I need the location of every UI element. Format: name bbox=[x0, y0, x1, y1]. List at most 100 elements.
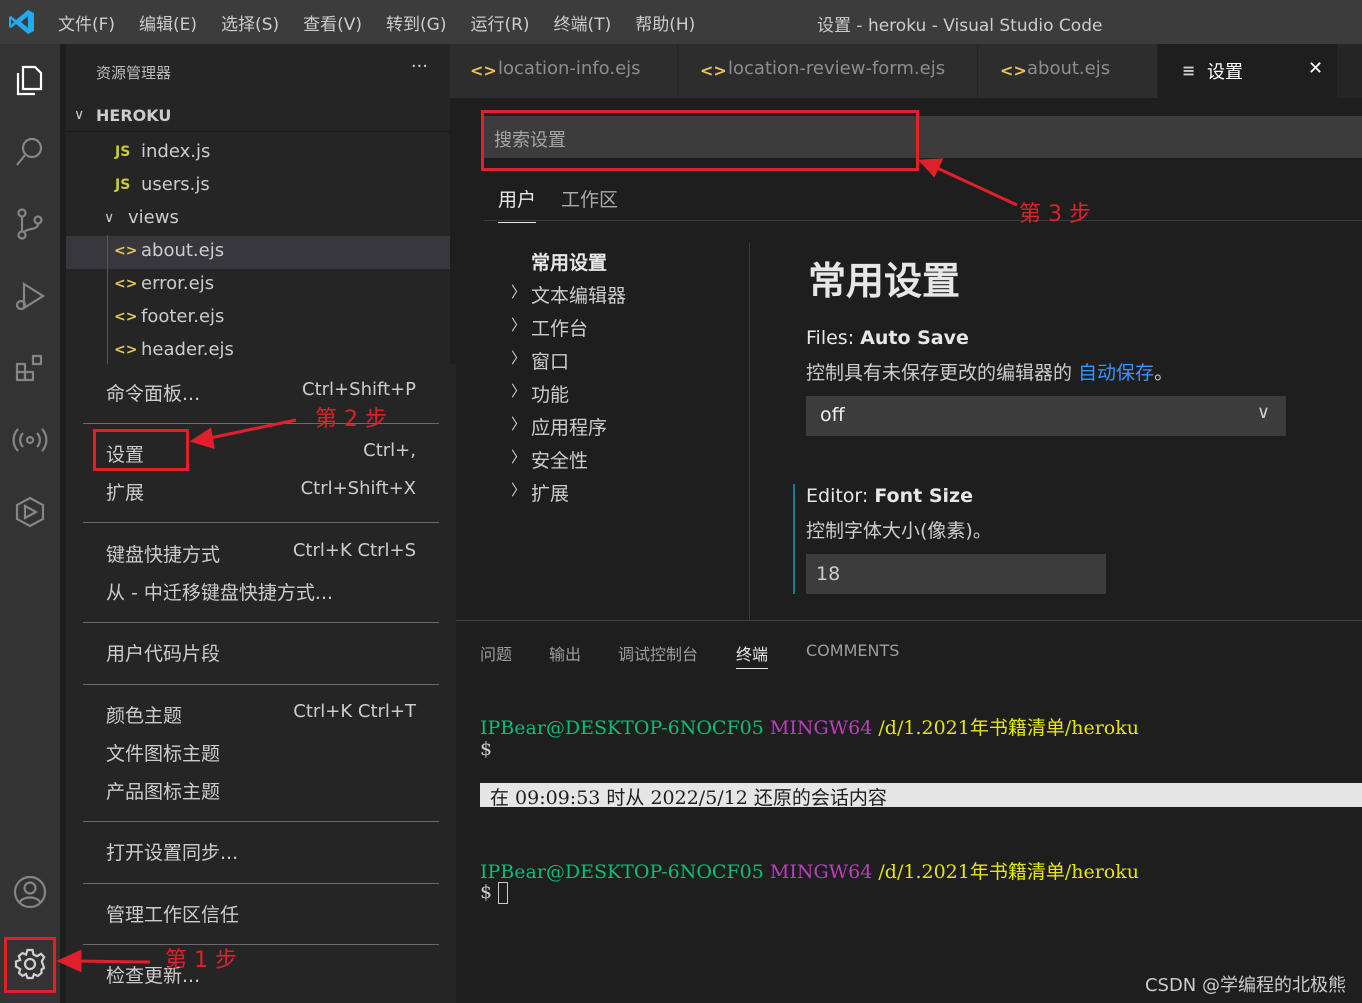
more-actions-icon[interactable]: ··· bbox=[411, 56, 428, 77]
toc-common-settings[interactable]: 常用设置 bbox=[531, 248, 607, 275]
menu-item-shortcut: Ctrl+K Ctrl+T bbox=[293, 701, 416, 722]
menu-item-label: 文件图标主题 bbox=[106, 743, 221, 765]
toc-item-window[interactable]: 〉窗口 bbox=[511, 347, 569, 374]
explorer-icon[interactable] bbox=[8, 58, 52, 102]
menu-item-shortcut: Ctrl+Shift+X bbox=[300, 478, 416, 499]
setting-auto-save-desc: 控制具有未保存更改的编辑器的 自动保存。 bbox=[806, 358, 1173, 385]
toc-item-text-editor[interactable]: 〉文本编辑器 bbox=[511, 281, 626, 308]
ejs-file-icon: <> bbox=[114, 243, 138, 259]
session-restore-banner: 在 09:09:53 时从 2022/5/12 还原的会话内容 bbox=[480, 783, 1362, 809]
tab-location-review-form[interactable]: <> location-review-form.ejs bbox=[678, 44, 978, 98]
file-error-ejs[interactable]: <> error.ejs bbox=[66, 269, 450, 302]
workspace-section[interactable]: ∨ HEROKU bbox=[66, 100, 450, 132]
modified-indicator bbox=[793, 484, 795, 594]
toc-label: 扩展 bbox=[531, 483, 570, 505]
chevron-down-icon: ∨ bbox=[104, 210, 115, 226]
menu-item-label: 产品图标主题 bbox=[106, 781, 221, 803]
tab-settings[interactable]: ≡ 设置 ✕ bbox=[1158, 44, 1338, 98]
menu-item-file-icon-theme[interactable]: 文件图标主题 bbox=[106, 739, 416, 769]
file-name: about.ejs bbox=[141, 240, 225, 261]
menu-selection[interactable]: 选择(S) bbox=[221, 10, 279, 35]
chevron-right-icon: 〉 bbox=[511, 316, 527, 334]
remote-icon[interactable] bbox=[8, 418, 52, 462]
terminal-cursor bbox=[498, 882, 509, 904]
tab-workspace-settings[interactable]: 工作区 bbox=[561, 185, 618, 212]
tab-debug-console[interactable]: 调试控制台 bbox=[618, 641, 698, 665]
chevron-right-icon: 〉 bbox=[511, 382, 527, 400]
chevron-down-icon: ∨ bbox=[1256, 402, 1270, 423]
file-footer-ejs[interactable]: <> footer.ejs bbox=[66, 302, 450, 335]
menu-item-color-theme[interactable]: 颜色主题 Ctrl+K Ctrl+T bbox=[106, 701, 416, 731]
folder-views[interactable]: ∨ views bbox=[66, 203, 450, 236]
source-control-icon[interactable] bbox=[8, 202, 52, 246]
menu-run[interactable]: 运行(R) bbox=[470, 10, 529, 35]
file-users-js[interactable]: JS users.js bbox=[66, 170, 450, 203]
tab-comments[interactable]: COMMENTS bbox=[806, 641, 899, 660]
toc-item-security[interactable]: 〉安全性 bbox=[511, 446, 588, 473]
account-icon[interactable] bbox=[8, 870, 52, 914]
menu-item-workspace-trust[interactable]: 管理工作区信任 bbox=[106, 900, 416, 930]
term-user: IPBear@DESKTOP-6NOCF05 bbox=[480, 717, 764, 739]
file-about-ejs[interactable]: <> about.ejs bbox=[66, 236, 450, 269]
menu-item-label: 扩展 bbox=[106, 482, 145, 504]
setting-font-size-title: Editor: Font Size bbox=[806, 485, 973, 507]
menu-separator bbox=[83, 944, 439, 945]
close-icon[interactable]: ✕ bbox=[1308, 58, 1323, 79]
folder-name: views bbox=[128, 207, 179, 228]
menu-item-extensions[interactable]: 扩展 Ctrl+Shift+X bbox=[106, 478, 416, 508]
live-share-icon[interactable] bbox=[8, 490, 52, 534]
term-prompt: $ bbox=[480, 881, 493, 903]
chevron-right-icon: 〉 bbox=[511, 448, 527, 466]
font-size-input[interactable]: 18 bbox=[806, 554, 1106, 594]
menu-item-settings-sync[interactable]: 打开设置同步... bbox=[106, 838, 416, 868]
tab-output[interactable]: 输出 bbox=[549, 641, 581, 665]
terminal-input[interactable]: $ bbox=[480, 881, 509, 904]
tab-about[interactable]: <> about.ejs bbox=[978, 44, 1158, 98]
toc-item-extensions[interactable]: 〉扩展 bbox=[511, 479, 570, 506]
term-shell: MINGW64 bbox=[769, 717, 873, 739]
toc-item-application[interactable]: 〉应用程序 bbox=[511, 413, 607, 440]
menu-separator bbox=[83, 522, 439, 523]
setting-name: Font Size bbox=[874, 485, 973, 507]
toc-item-features[interactable]: 〉功能 bbox=[511, 380, 569, 407]
extensions-icon[interactable] bbox=[8, 346, 52, 390]
tab-label: location-info.ejs bbox=[498, 58, 641, 79]
menu-help[interactable]: 帮助(H) bbox=[635, 10, 695, 35]
menu-file[interactable]: 文件(F) bbox=[58, 10, 115, 35]
menu-item-user-snippets[interactable]: 用户代码片段 bbox=[106, 639, 416, 669]
menu-edit[interactable]: 编辑(E) bbox=[139, 10, 197, 35]
indent-guide bbox=[107, 235, 108, 365]
js-file-icon: JS bbox=[115, 144, 131, 160]
toc-divider bbox=[749, 243, 750, 620]
activity-bar bbox=[0, 44, 60, 1003]
tab-location-info[interactable]: <> location-info.ejs bbox=[450, 44, 678, 98]
menu-terminal[interactable]: 终端(T) bbox=[554, 10, 612, 35]
menu-item-migrate-keybindings[interactable]: 从 - 中迁移键盘快捷方式... bbox=[106, 578, 416, 608]
input-value: 18 bbox=[816, 563, 841, 585]
search-icon[interactable] bbox=[8, 130, 52, 174]
auto-save-link[interactable]: 自动保存 bbox=[1078, 362, 1154, 384]
run-debug-icon[interactable] bbox=[8, 274, 52, 318]
toc-item-workbench[interactable]: 〉工作台 bbox=[511, 314, 589, 341]
menu-separator bbox=[83, 622, 439, 623]
window-title: 设置 - heroku - Visual Studio Code bbox=[817, 16, 1103, 36]
menu-go[interactable]: 转到(G) bbox=[386, 10, 446, 35]
term-user: IPBear@DESKTOP-6NOCF05 bbox=[480, 861, 764, 883]
menu-item-check-updates[interactable]: 检查更新... bbox=[106, 961, 416, 991]
file-index-js[interactable]: JS index.js bbox=[66, 137, 450, 170]
tab-terminal[interactable]: 终端 bbox=[736, 641, 769, 669]
desc-text: 控制具有未保存更改的编辑器的 bbox=[806, 362, 1079, 384]
toc-label: 工作台 bbox=[531, 318, 589, 340]
menu-item-product-icon-theme[interactable]: 产品图标主题 bbox=[106, 777, 416, 807]
menu-item-label: 颜色主题 bbox=[106, 705, 183, 727]
file-header-ejs[interactable]: <> header.ejs bbox=[66, 335, 450, 364]
menu-item-shortcut: Ctrl+Shift+P bbox=[302, 379, 416, 400]
tab-problems[interactable]: 问题 bbox=[480, 641, 512, 665]
menu-item-keyboard-shortcuts[interactable]: 键盘快捷方式 Ctrl+K Ctrl+S bbox=[106, 540, 416, 570]
menu-separator bbox=[83, 883, 439, 884]
auto-save-select[interactable]: off ∨ bbox=[806, 396, 1286, 436]
term-path: /d/1.2021年书籍清单/heroku bbox=[878, 717, 1139, 739]
menu-item-label: 打开设置同步... bbox=[106, 842, 239, 864]
menu-view[interactable]: 查看(V) bbox=[303, 10, 362, 35]
tab-user-settings[interactable]: 用户 bbox=[498, 185, 537, 223]
